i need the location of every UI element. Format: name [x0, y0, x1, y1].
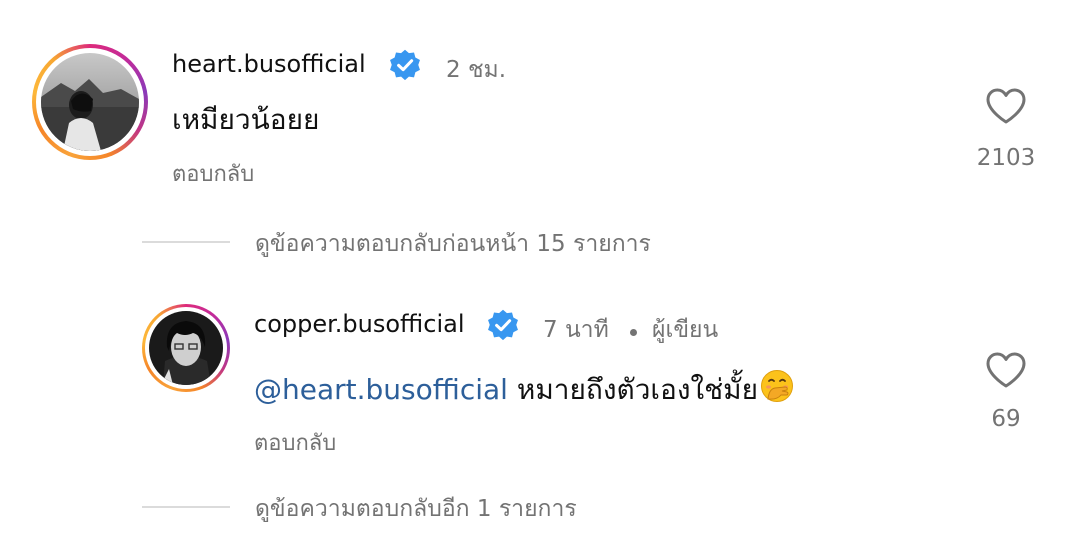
mention-link[interactable]: @heart.busofficial	[254, 373, 508, 406]
view-replies-label: ดูข้อความตอบกลับอีก 1 รายการ	[255, 496, 577, 522]
like-count: 2103	[976, 145, 1036, 171]
comment-copper-busofficial: copper.busofficial 7 นาที ผู้เขียน @hear…	[0, 290, 1080, 470]
separator-dot	[630, 329, 637, 336]
comment-text: เหมียวน้อยย	[172, 103, 320, 136]
view-previous-replies[interactable]: ดูข้อความตอบกลับก่อนหน้า 15 รายการ	[142, 226, 742, 257]
heart-icon[interactable]	[984, 350, 1028, 390]
heart-icon[interactable]	[984, 86, 1028, 126]
replies-divider	[142, 506, 230, 508]
comment-heart-busofficial: heart.busofficial 2 ชม. เหมียวน้อยย ตอบก…	[0, 0, 1080, 210]
avatar-copper-busofficial[interactable]	[142, 304, 230, 392]
comment-time: 2 ชม.	[446, 57, 507, 83]
face-with-hand-over-mouth-icon	[760, 369, 794, 403]
reply-button[interactable]: ตอบกลับ	[172, 156, 254, 191]
like-count: 69	[991, 406, 1021, 432]
verified-badge-icon	[488, 309, 518, 341]
avatar-heart-busofficial[interactable]	[32, 44, 148, 160]
view-more-replies[interactable]: ดูข้อความตอบกลับอีก 1 รายการ	[142, 491, 742, 522]
comment-username[interactable]: heart.busofficial	[172, 50, 366, 78]
view-replies-label: ดูข้อความตอบกลับก่อนหน้า 15 รายการ	[255, 231, 651, 257]
avatar-photo	[149, 311, 223, 385]
author-label: ผู้เขียน	[652, 317, 719, 343]
comment-message: หมายถึงตัวเองใช่มั้ย	[516, 373, 759, 406]
comment-text: @heart.busofficial หมายถึงตัวเองใช่มั้ย	[254, 368, 794, 412]
reply-button[interactable]: ตอบกลับ	[254, 425, 336, 460]
avatar-photo	[41, 53, 139, 151]
comment-time: 7 นาที	[543, 317, 609, 343]
comment-username[interactable]: copper.busofficial	[254, 310, 464, 338]
replies-divider	[142, 241, 230, 243]
verified-badge-icon	[390, 49, 420, 81]
